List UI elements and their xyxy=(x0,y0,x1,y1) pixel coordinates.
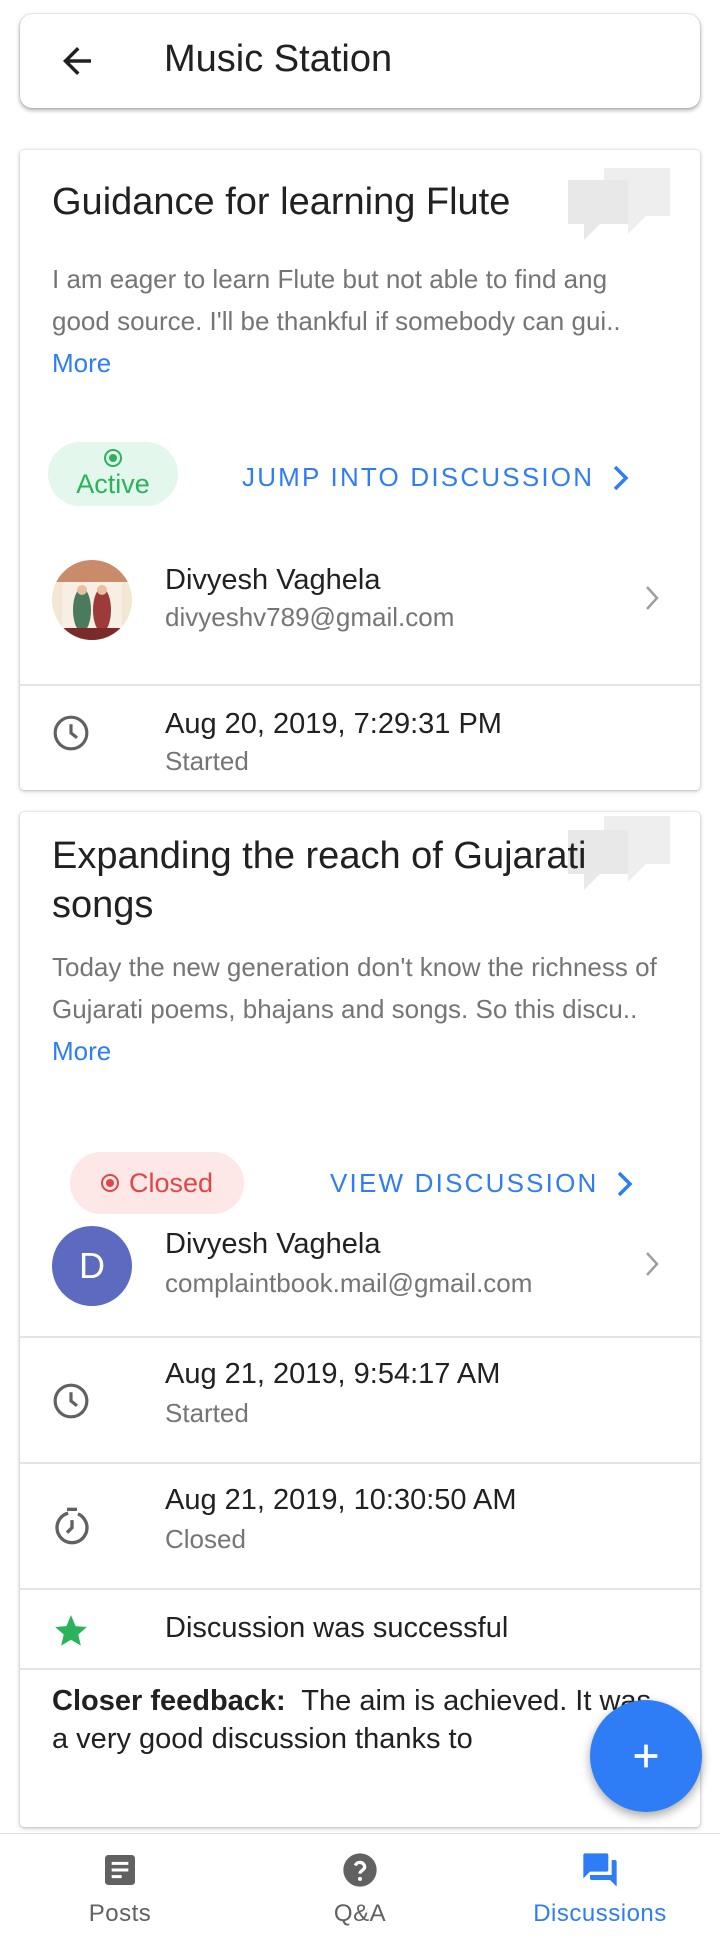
discussion-title: Guidance for learning Flute xyxy=(52,181,511,223)
discussion-card[interactable]: Expanding the reach of Gujarati songs To… xyxy=(20,812,700,1827)
nav-label: Discussions xyxy=(533,1900,667,1927)
status-badge: Active xyxy=(48,442,178,506)
page-title: Music Station xyxy=(164,38,393,80)
started-time: Aug 20, 2019, 7:29:31 PM xyxy=(165,708,502,740)
nav-label: Posts xyxy=(88,1900,152,1927)
closer-feedback: Closer feedback: The aim is achieved. It… xyxy=(52,1682,672,1758)
forum-icon xyxy=(583,1853,617,1887)
nav-qa[interactable]: Q&A xyxy=(240,1834,480,1947)
author-email: divyeshv789@gmail.com xyxy=(165,602,455,632)
author-email: complaintbook.mail@gmail.com xyxy=(165,1268,533,1298)
plus-icon xyxy=(634,1744,658,1768)
status-label: Closed xyxy=(128,1167,214,1198)
result-text: Discussion was successful xyxy=(165,1612,509,1644)
closed-time: Aug 21, 2019, 10:30:50 AM xyxy=(165,1484,517,1516)
view-discussion-button[interactable]: VIEW DISCUSSION xyxy=(330,1168,634,1199)
chevron-right-icon xyxy=(646,1252,659,1276)
more-link[interactable]: More xyxy=(52,1036,111,1066)
star-icon xyxy=(55,1615,87,1646)
chevron-right-icon xyxy=(646,586,659,610)
author-name: Divyesh Vaghela xyxy=(165,1228,381,1260)
status-label: Active xyxy=(76,468,150,499)
more-link[interactable]: More xyxy=(52,348,111,378)
author-row[interactable]: Divyesh Vaghela divyeshv789@gmail.com xyxy=(20,560,700,640)
avatar xyxy=(52,560,132,640)
discussion-card[interactable]: Guidance for learning Flute I am eager t… xyxy=(20,150,700,790)
clock-icon xyxy=(53,715,89,751)
chevron-right-icon xyxy=(618,1171,633,1196)
timer-off-icon xyxy=(55,1507,89,1545)
author-name: Divyesh Vaghela xyxy=(165,564,381,596)
avatar-photo-icon xyxy=(52,560,132,640)
app-bar: Music Station xyxy=(20,14,700,108)
discussion-description: I am eager to learn Flute but not able t… xyxy=(52,264,621,378)
help-icon xyxy=(343,1853,377,1887)
started-row: Aug 20, 2019, 7:29:31 PM Started xyxy=(20,684,700,790)
started-time: Aug 21, 2019, 9:54:17 AM xyxy=(165,1358,501,1390)
avatar: D xyxy=(52,1226,132,1306)
post-icon xyxy=(105,1855,135,1885)
closed-label: Closed xyxy=(165,1524,246,1554)
chevron-right-icon xyxy=(613,465,629,490)
nav-posts[interactable]: Posts xyxy=(0,1834,240,1947)
arrow-back-icon[interactable] xyxy=(56,40,98,82)
forum-watermark-icon xyxy=(568,168,670,240)
jump-into-discussion-button[interactable]: JUMP INTO DISCUSSION xyxy=(242,462,630,493)
closed-row: Aug 21, 2019, 10:30:50 AM Closed xyxy=(20,1462,700,1588)
nav-discussions[interactable]: Discussions xyxy=(480,1834,720,1947)
status-dot-icon xyxy=(104,448,122,467)
started-row: Aug 21, 2019, 9:54:17 AM Started xyxy=(20,1336,700,1462)
status-dot-icon xyxy=(100,1174,119,1192)
bottom-navigation: Posts Q&A Discussions xyxy=(0,1833,720,1947)
started-label: Started xyxy=(165,746,249,776)
feedback-label: Closer feedback: xyxy=(52,1685,286,1717)
clock-icon xyxy=(53,1383,89,1419)
discussion-description: Today the new generation don't know the … xyxy=(52,952,657,1066)
nav-label: Q&A xyxy=(333,1900,387,1927)
status-badge: Closed xyxy=(70,1152,244,1214)
result-row: Discussion was successful xyxy=(20,1588,700,1668)
discussion-title: Expanding the reach of Gujarati songs xyxy=(52,835,587,926)
author-row[interactable]: D Divyesh Vaghela complaintbook.mail@gma… xyxy=(20,1226,700,1306)
add-discussion-button[interactable] xyxy=(590,1700,702,1812)
started-label: Started xyxy=(165,1398,249,1428)
